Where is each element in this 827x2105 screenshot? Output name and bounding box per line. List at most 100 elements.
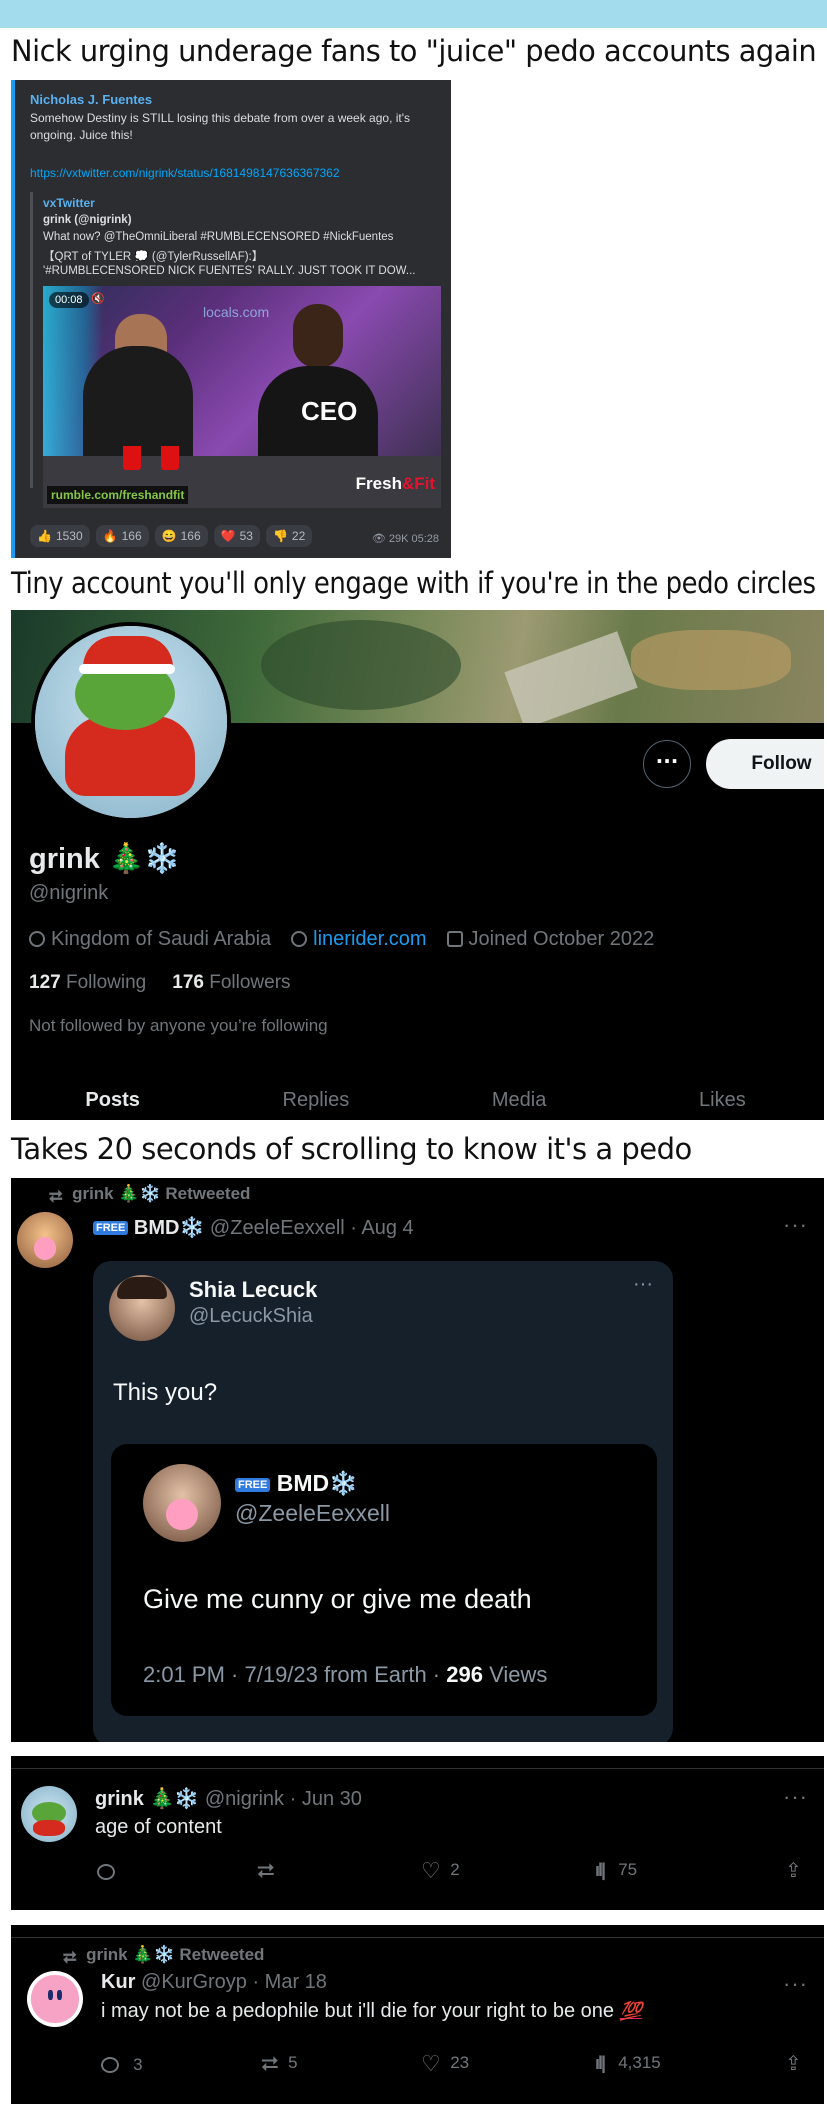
more-icon[interactable]: ···: [783, 1784, 808, 1810]
retweet-button[interactable]: ⮂ 5: [261, 2051, 298, 2077]
discord-embed: Nicholas J. Fuentes Somehow Destiny is S…: [11, 80, 451, 558]
video-watermark: locals.com: [203, 304, 270, 320]
joined-text: Joined October 2022: [468, 928, 655, 950]
embed-quote: vxTwitter grink (@nigrink) What now? @Th…: [30, 192, 442, 508]
brand-a: Fresh: [355, 474, 402, 493]
reaction-fire[interactable]: 🔥 166: [95, 525, 149, 547]
quote-author-name: Shia Lecuck: [189, 1277, 318, 1302]
tab-posts[interactable]: Posts: [11, 1085, 214, 1120]
more-icon[interactable]: ···: [783, 1212, 808, 1238]
embed-author[interactable]: Nicholas J. Fuentes: [30, 92, 152, 107]
heart-icon: ♡: [421, 2051, 441, 2076]
tab-likes[interactable]: Likes: [621, 1085, 824, 1120]
quote-line: '#RUMBLECENSORED NICK FUENTES' RALLY. JU…: [43, 265, 416, 277]
tweet-kur[interactable]: ⮂ grink 🎄❄️ Retweeted Kur @KurGroyp · Ma…: [11, 1925, 824, 2104]
reaction-thumbsup[interactable]: 👍 1530: [30, 525, 90, 547]
tweet-age-of-content[interactable]: grink 🎄❄️ @nigrink · Jun 30 age of conte…: [11, 1756, 824, 1910]
reply-button[interactable]: 3: [101, 2055, 143, 2075]
retweet-text: grink 🎄❄️ Retweeted: [86, 1945, 265, 1964]
nested-views-count: 296: [446, 1662, 483, 1687]
tab-media[interactable]: Media: [418, 1085, 621, 1120]
reaction-emoji: 🔥: [102, 529, 118, 543]
reply-icon: [97, 1864, 115, 1880]
video-player[interactable]: locals.com CEO 00:08 🔇 rumble.com/fresha…: [43, 286, 441, 508]
tweet-author[interactable]: grink 🎄❄️ @nigrink · Jun 30: [95, 1786, 362, 1811]
profile-tabs: Posts Replies Media Likes: [11, 1085, 824, 1120]
caption-3: Takes 20 seconds of scrolling to know it…: [11, 1132, 692, 1166]
like-button[interactable]: ♡ 23: [421, 2051, 469, 2077]
hundred-emoji: 💯: [619, 2001, 643, 2021]
like-button[interactable]: ♡ 2: [421, 1858, 460, 1884]
retweet-button[interactable]: ⮂: [257, 1858, 275, 1884]
nested-text: Give me cunny or give me death: [143, 1584, 532, 1614]
tweet-text: age of content: [95, 1816, 222, 1838]
reply-button[interactable]: [97, 1862, 115, 1882]
reaction-count: 1530: [55, 529, 83, 543]
video-views: 👁 29K 05:28: [371, 533, 439, 545]
follow-button[interactable]: Follow: [706, 739, 824, 789]
retweet-count: 5: [288, 2053, 298, 2072]
avatar[interactable]: [143, 1464, 221, 1542]
quote-line: 【QRT of TYLER 💭 (@TylerRussellAF):】: [43, 251, 264, 263]
website[interactable]: linerider.com: [291, 928, 427, 951]
link-icon: [291, 931, 308, 947]
retweet-indicator: ⮂ grink 🎄❄️ Retweeted: [63, 1945, 264, 1968]
tweet-author[interactable]: Kur @KurGroyp · Mar 18: [101, 1971, 327, 1994]
views-button[interactable]: ıl| 75: [595, 1860, 637, 1881]
profile-name: grink 🎄❄️: [29, 843, 181, 875]
reaction-emoji: 👎: [272, 529, 288, 543]
mute-icon[interactable]: 🔇: [91, 292, 105, 305]
video-brand: Fresh&Fit: [356, 474, 435, 494]
nested-meta: 2:01 PM · 7/19/23 from Earth · 296 Views: [143, 1662, 547, 1688]
following-count: 127: [29, 972, 61, 993]
caption-2: Tiny account you'll only engage with if …: [11, 566, 816, 600]
nested-quoted-tweet[interactable]: FREE BMD❄️ @ZeeleEexxell Give me cunny o…: [111, 1444, 657, 1716]
views-button[interactable]: ıl| 4,315: [595, 2053, 661, 2074]
more-icon[interactable]: ···: [633, 1273, 653, 1296]
profile-meta: Kingdom of Saudi Arabia linerider.com Jo…: [29, 928, 654, 951]
share-button[interactable]: ⇪: [785, 2051, 802, 2076]
like-count: 2: [450, 1860, 460, 1879]
embed-text: Somehow Destiny is STILL losing this deb…: [30, 111, 411, 142]
red-cup: [123, 446, 141, 470]
reply-icon: [101, 2057, 119, 2073]
reaction-heart[interactable]: ❤️ 53: [213, 525, 260, 547]
reaction-count: 53: [239, 529, 253, 543]
profile-handle: @nigrink: [29, 882, 109, 904]
author-name: BMD❄️: [133, 1217, 205, 1239]
reaction-emoji: 😄: [161, 529, 177, 543]
followers-link[interactable]: 176 Followers: [172, 972, 290, 994]
retweet-text: grink 🎄❄️ Retweeted: [72, 1184, 251, 1203]
avatar[interactable]: [17, 1212, 73, 1268]
tweet-retweet-bmd[interactable]: ⮂ grink 🎄❄️ Retweeted FREE BMD❄️ @ZeeleE…: [11, 1178, 824, 1742]
following-link[interactable]: 127 Following: [29, 972, 146, 994]
reaction-smile[interactable]: 😄 166: [154, 525, 208, 547]
share-icon: ⇪: [785, 1860, 802, 1882]
view-count: 75: [618, 1860, 638, 1879]
avatar[interactable]: [109, 1275, 175, 1341]
video-shirt-text: CEO: [301, 396, 358, 426]
more-options-button[interactable]: ···: [643, 740, 691, 788]
quote-author[interactable]: vxTwitter: [43, 196, 95, 210]
retweet-icon: ⮂: [257, 1858, 275, 1883]
nested-timestamp: 2:01 PM · 7/19/23 from Earth ·: [143, 1662, 447, 1687]
video-time: 00:08: [49, 292, 89, 308]
retweet-icon: ⮂: [261, 2051, 279, 2076]
views-icon: ıl|: [595, 1860, 606, 1880]
following-label: Following: [65, 972, 147, 993]
more-icon[interactable]: ···: [783, 1971, 808, 1997]
reaction-thumbsdown[interactable]: 👎 22: [265, 525, 313, 547]
embed-link[interactable]: https://vxtwitter.com/nigrink/status/168…: [30, 166, 340, 180]
avatar[interactable]: [27, 1971, 83, 2027]
quoted-tweet-card[interactable]: Shia Lecuck @LecuckShia ··· This you? FR…: [93, 1261, 673, 1742]
profile-avatar[interactable]: [31, 622, 231, 822]
avatar[interactable]: [21, 1786, 77, 1842]
reaction-count: 22: [291, 529, 306, 543]
tweet-author[interactable]: FREE BMD❄️ @ZeeleEexxell · Aug 4: [93, 1215, 414, 1240]
share-button[interactable]: ⇪: [785, 1858, 802, 1883]
tab-replies[interactable]: Replies: [214, 1085, 417, 1120]
reaction-count: 166: [180, 529, 201, 543]
website-link[interactable]: linerider.com: [313, 928, 426, 950]
nested-handle: @ZeeleEexxell: [235, 1500, 391, 1526]
like-count: 23: [450, 2053, 470, 2072]
